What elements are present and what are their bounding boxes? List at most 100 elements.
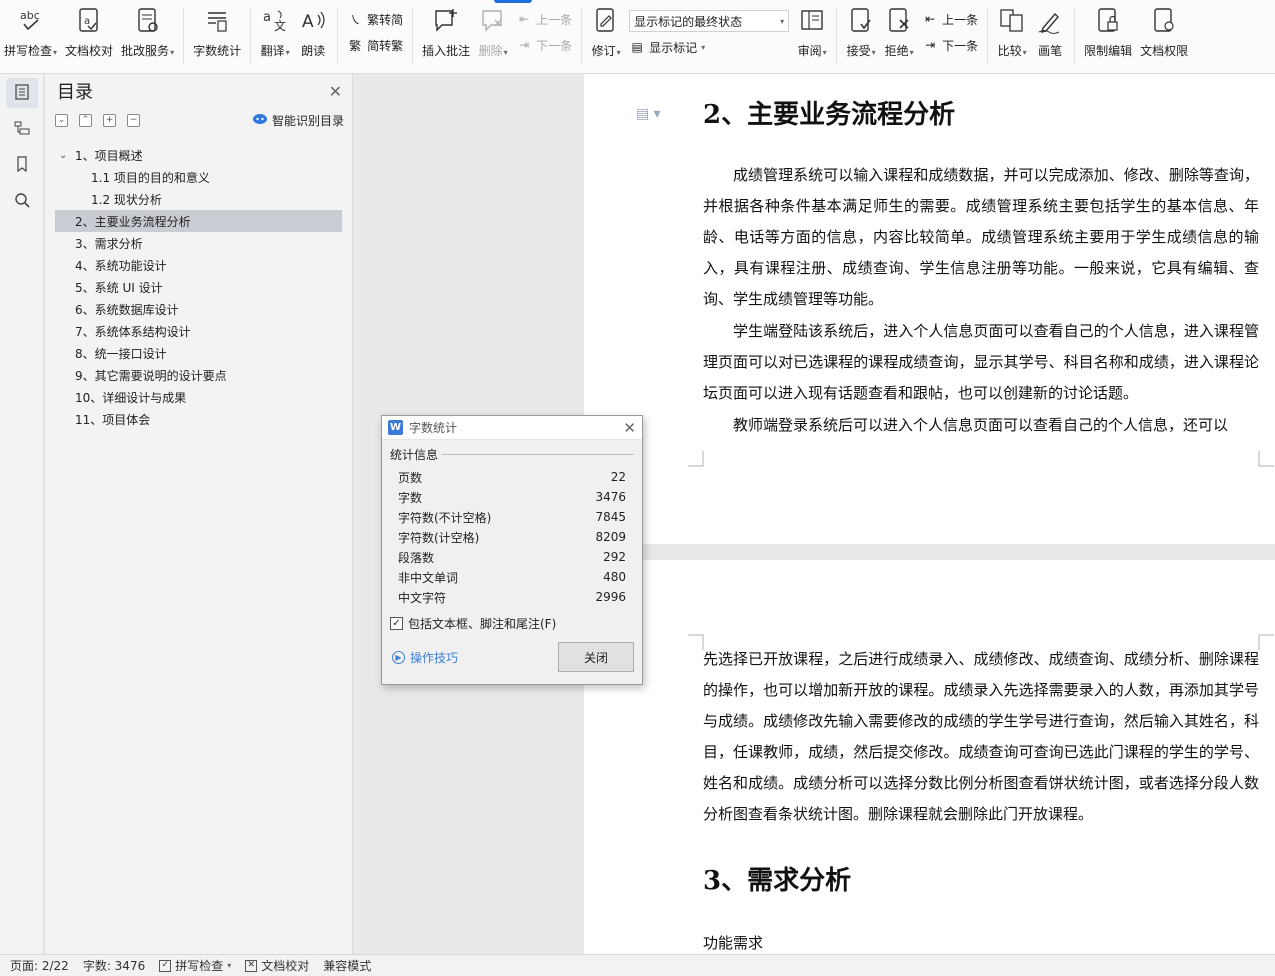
delete-comment-label: 删除 [478, 44, 503, 58]
dialog-title: 字数统计 [409, 421, 458, 435]
close-button[interactable]: 关闭 [558, 642, 634, 672]
close-icon[interactable]: ✕ [623, 419, 636, 437]
stat-label: 页数 [398, 470, 423, 485]
structure-icon [14, 120, 30, 139]
toc-item[interactable]: 1.1 项目的目的和意义 [55, 166, 342, 188]
include-textbox-checkbox[interactable]: ✓ 包括文本框、脚注和尾注(F) [382, 607, 642, 632]
toc-item[interactable]: 1.2 现状分析 [55, 188, 342, 210]
restrict-edit-button[interactable]: 限制编辑 [1080, 6, 1136, 68]
prev-change-button[interactable]: ⇤ 上一条 [922, 10, 978, 28]
simp-to-trad-label: 简转繁 [367, 38, 404, 53]
word-count-indicator[interactable]: 字数: 3476 [83, 957, 145, 974]
toc-item[interactable]: 9、其它需要说明的设计要点 [55, 364, 342, 386]
review-service-button[interactable]: 批改服务▾ [117, 6, 178, 68]
prev-change-icon: ⇤ [925, 12, 936, 26]
minus-icon[interactable]: − [127, 113, 140, 127]
toc-item-label: 10、详细设计与成果 [75, 390, 187, 405]
structure-nav-button[interactable] [6, 114, 38, 144]
insert-comment-button[interactable]: 插入批注 [418, 6, 474, 68]
toc-item-label: 5、系统 UI 设计 [75, 280, 163, 295]
doc-permission-button[interactable]: 文档权限 [1136, 6, 1192, 68]
track-changes-button[interactable]: 修订▾ [587, 6, 625, 68]
stat-label: 字符数(计空格) [398, 530, 480, 545]
ribbon-separator [1074, 8, 1076, 64]
toc-item[interactable]: 4、系统功能设计 [55, 254, 342, 276]
toc-item-label: 11、项目体会 [75, 412, 151, 427]
toc-item-label: 1.1 项目的目的和意义 [91, 170, 210, 185]
simp-to-trad-icon: 繁 [349, 38, 362, 53]
active-tab-indicator [494, 0, 532, 3]
doc-permission-icon [1149, 6, 1179, 36]
delete-comment-button[interactable]: 删除▾ [474, 6, 512, 68]
trad-to-simp-label: 繁转简 [367, 12, 404, 27]
page-indicator[interactable]: 页面: 2/22 [10, 957, 69, 974]
tips-link[interactable]: ▶ 操作技巧 [392, 649, 458, 666]
pen-button[interactable]: 画笔 [1031, 6, 1069, 68]
toc-item[interactable]: ⌄ 1、项目概述 [55, 144, 342, 166]
margin-corner-mark [688, 451, 704, 467]
review-button[interactable]: 审阅▾ [793, 6, 831, 68]
read-aloud-button[interactable]: A 朗读 [294, 6, 332, 68]
stat-label: 非中文单词 [398, 570, 459, 585]
toc-item[interactable]: 5、系统 UI 设计 [55, 276, 342, 298]
reject-label: 拒绝 [884, 44, 909, 58]
search-nav-button[interactable] [6, 186, 38, 216]
toc-title: 目录 [57, 82, 93, 103]
toc-header: 目录 ✕ [45, 74, 352, 108]
display-state-select[interactable]: 显示标记的最终状态 ▾ [629, 10, 790, 32]
track-changes-icon [591, 6, 621, 36]
trad-simp-group: ㇏ 繁转简 繁 简转繁 [343, 6, 407, 54]
stat-row: 字符数(不计空格) 7845 [382, 507, 642, 527]
toc-item-label: 6、系统数据库设计 [75, 302, 179, 317]
plus-icon[interactable]: + [103, 113, 116, 127]
collapse-all-icon[interactable]: ⌄ [55, 113, 68, 127]
stat-row: 段落数 292 [382, 547, 642, 567]
compare-button[interactable]: 比较▾ [993, 6, 1031, 68]
margin-corner-mark [1258, 634, 1274, 650]
close-icon[interactable]: ✕ [329, 82, 342, 101]
toc-nav-button[interactable] [6, 78, 38, 108]
checkbox-checked-icon[interactable]: ✓ [390, 617, 403, 630]
toc-tools: ⌄ ⌃ + − 智能识别目录 [45, 108, 352, 132]
toc-item[interactable]: 11、项目体会 [55, 408, 342, 430]
trad-to-simp-button[interactable]: ㇏ 繁转简 [347, 10, 403, 28]
accept-button[interactable]: 接受▾ [842, 6, 880, 68]
accept-icon [846, 6, 876, 36]
status-doc-proof[interactable]: ✕ 文档校对 [245, 957, 309, 974]
toc-item[interactable]: 8、统一接口设计 [55, 342, 342, 364]
spell-check-button[interactable]: abc 拼写检查▾ [0, 6, 61, 68]
toc-list: ⌄ 1、项目概述 1.1 项目的目的和意义 1.2 现状分析 2、主要业务流程分析… [45, 144, 352, 430]
paragraph: 成绩管理系统可以输入课程和成绩数据，并可以完成添加、修改、删除等查询，并根据各种… [703, 166, 1259, 308]
review-label: 审阅 [797, 44, 822, 58]
dialog-titlebar[interactable]: W 字数统计 ✕ [382, 416, 642, 440]
toc-item[interactable]: 3、需求分析 [55, 232, 342, 254]
document-page[interactable]: ▤ ▾ 2、主要业务流程分析 成绩管理系统可以输入课程和成绩数据，并可以完成添加… [584, 74, 1275, 544]
spell-check-icon: abc [16, 6, 46, 36]
simp-to-trad-button[interactable]: 繁 简转繁 [347, 36, 403, 54]
next-comment-button[interactable]: ⇥ 下一条 [516, 36, 572, 54]
page-options-icon[interactable]: ▤ ▾ [636, 106, 661, 122]
bookmark-nav-button[interactable] [6, 150, 38, 180]
smart-toc-button[interactable]: 智能识别目录 [252, 112, 344, 129]
word-count-button[interactable]: 字数统计 [189, 6, 245, 68]
chevron-down-icon[interactable]: ⌄ [59, 150, 75, 161]
expand-up-icon[interactable]: ⌃ [79, 113, 92, 127]
toc-item[interactable]: 7、系统体系结构设计 [55, 320, 342, 342]
doc-proof-button[interactable]: a 文档校对 [61, 6, 117, 68]
next-change-button[interactable]: ⇥ 下一条 [922, 36, 978, 54]
stat-label: 字符数(不计空格) [398, 510, 492, 525]
translate-button[interactable]: a文 翻译▾ [256, 6, 294, 68]
reject-button[interactable]: 拒绝▾ [880, 6, 918, 68]
doc-proof-icon: a [74, 6, 104, 36]
toc-item[interactable]: 6、系统数据库设计 [55, 298, 342, 320]
show-markup-button[interactable]: ▤ 显示标记 ▾ [629, 38, 789, 56]
document-page[interactable]: 先选择已开放课程，之后进行成绩录入、成绩修改、成绩查询、成绩分析、删除课程的操作… [584, 560, 1275, 954]
stat-row: 页数 22 [382, 467, 642, 487]
status-spell-check[interactable]: ✓ 拼写检查 ▾ [159, 957, 231, 974]
toc-item-selected[interactable]: 2、主要业务流程分析 [55, 210, 342, 232]
translate-icon: a文 [260, 6, 290, 36]
prev-comment-button[interactable]: ⇤ 上一条 [516, 10, 572, 28]
toc-item[interactable]: 10、详细设计与成果 [55, 386, 342, 408]
margin-corner-mark [688, 634, 704, 650]
comment-nav-group: ⇤ 上一条 ⇥ 下一条 [512, 6, 576, 54]
